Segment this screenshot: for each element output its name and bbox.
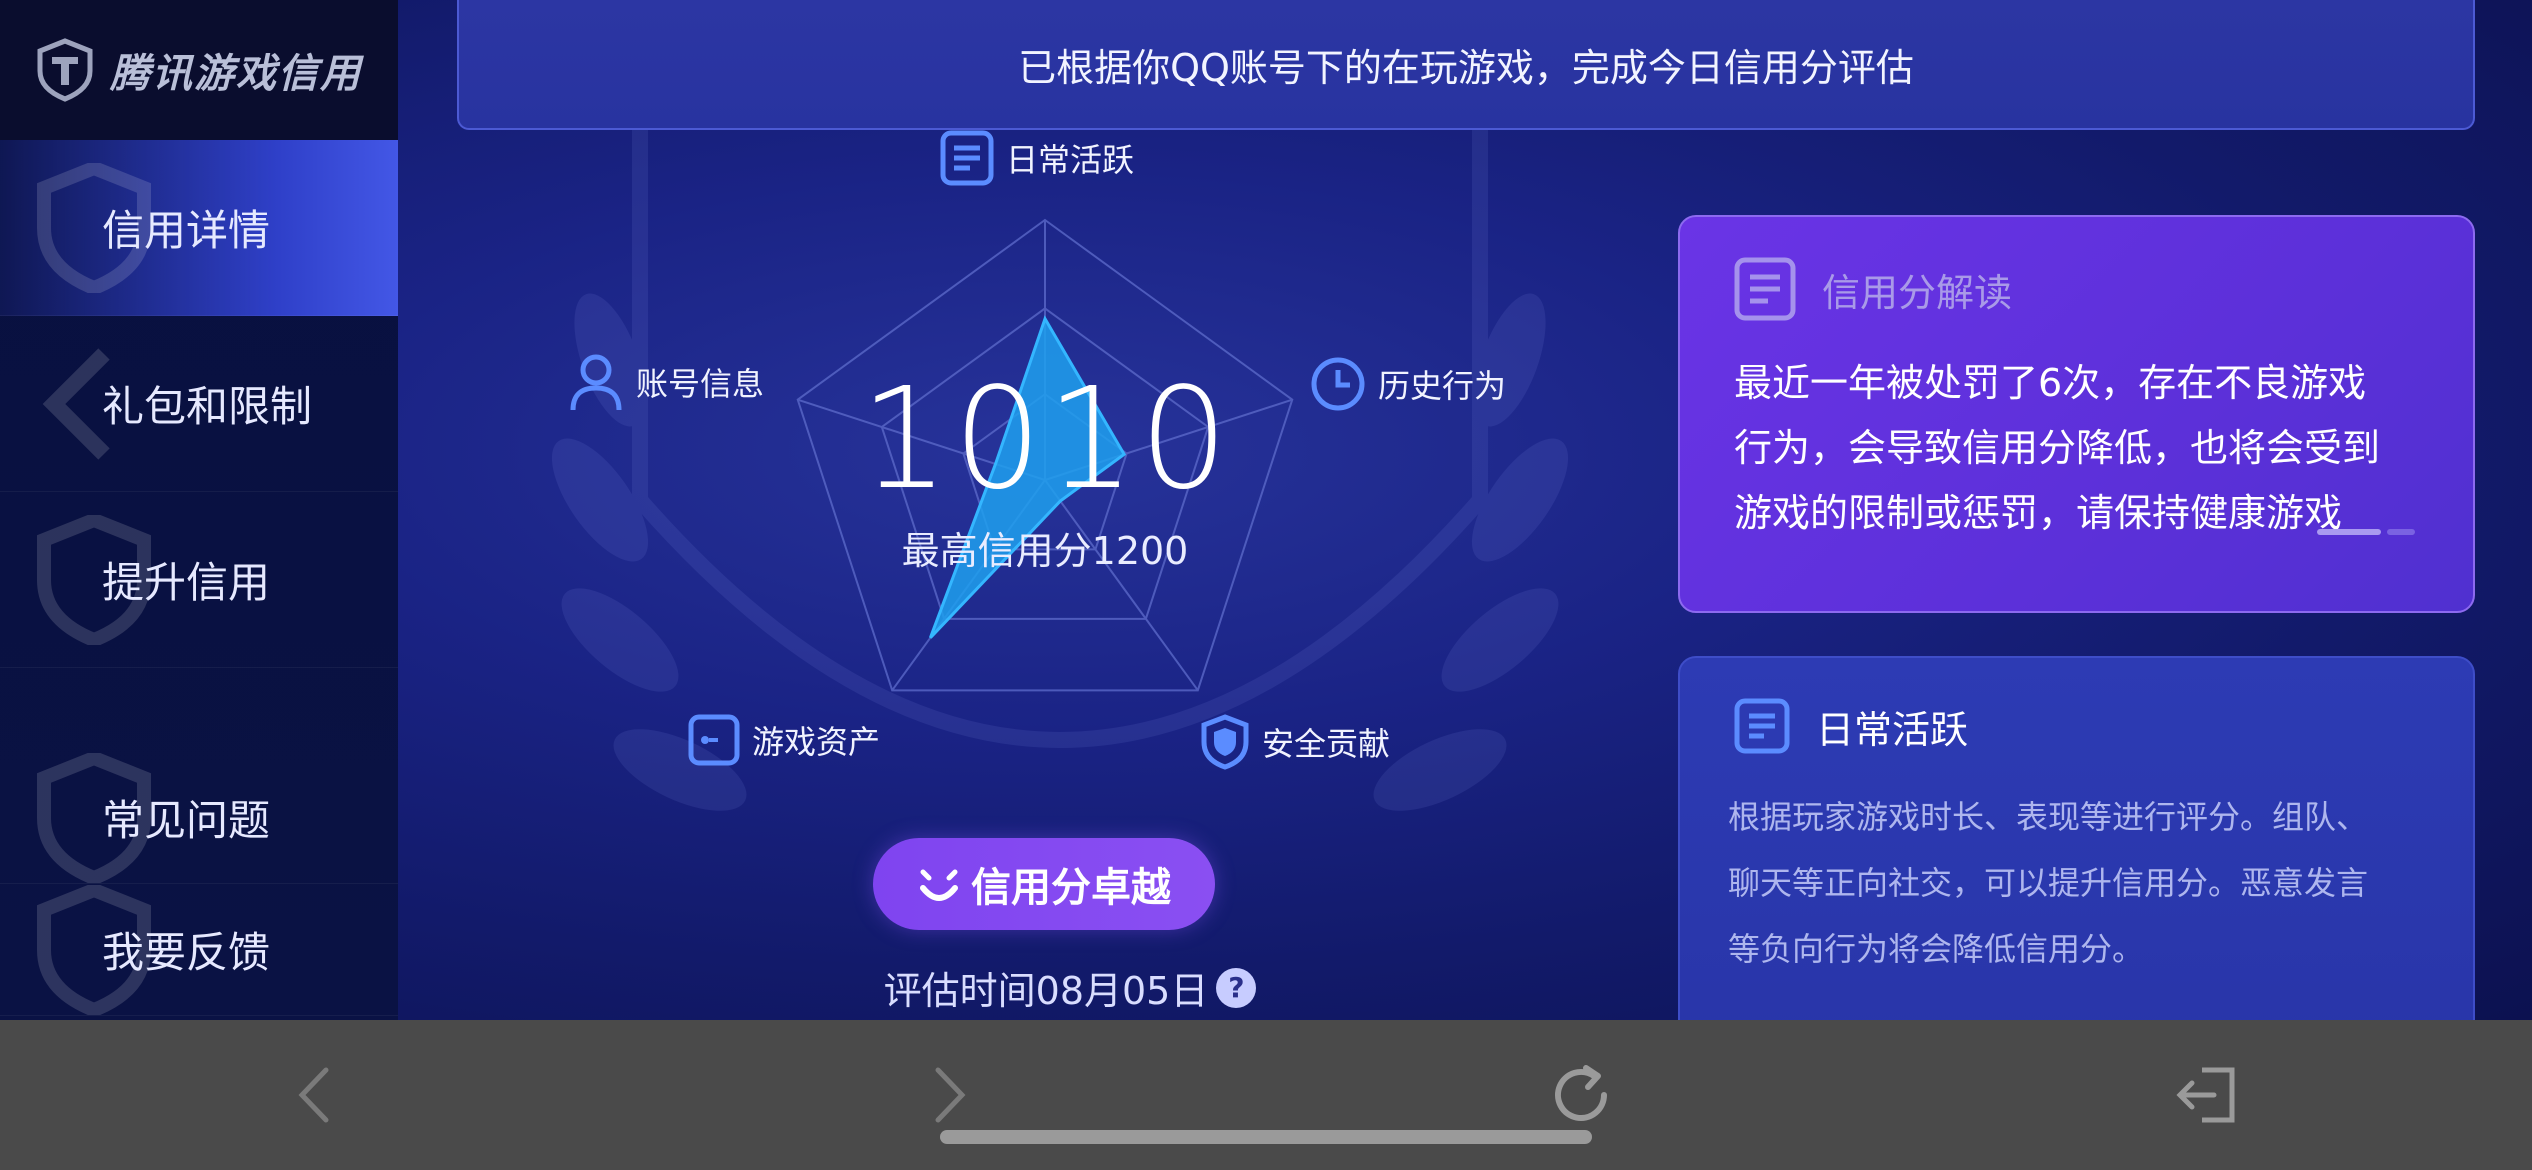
- evaluation-time: 评估时间08月05日 ?: [850, 960, 1290, 1015]
- radar-axis-history: 历史行为: [1310, 356, 1506, 412]
- banner-text: 已根据你QQ账号下的在玩游戏，完成今日信用分评估: [1018, 45, 1914, 90]
- user-icon: [570, 354, 622, 411]
- help-icon[interactable]: ?: [1216, 967, 1257, 1008]
- brand-header: 腾讯游戏信用: [0, 0, 398, 140]
- sidebar-item-faq[interactable]: 常见问题: [0, 752, 398, 884]
- document-icon: [1734, 257, 1796, 321]
- main-stage: 腾讯游戏信用 信用详情 礼包和限制 提升信用 常见问题 我要反馈 已根据你QQ账…: [0, 0, 2532, 1020]
- credit-interpretation-card[interactable]: 信用分解读 最近一年被处罚了6次，存在不良游戏 行为，会导致信用分降低，也将会受…: [1678, 215, 2475, 613]
- asset-icon: [688, 714, 740, 766]
- smile-icon: [920, 869, 958, 901]
- sidebar-item-gifts-restrictions[interactable]: 礼包和限制: [0, 316, 398, 492]
- card-title: 日常活跃: [1816, 707, 1969, 752]
- card-body: 最近一年被处罚了6次，存在不良游戏 行为，会导致信用分降低，也将会受到 游戏的限…: [1734, 361, 2381, 535]
- credit-rating-button[interactable]: 信用分卓越: [873, 838, 1215, 930]
- pager-dot: [2387, 529, 2415, 535]
- sidebar-item-label: 信用详情: [102, 206, 271, 255]
- shield-icon: [1201, 714, 1249, 770]
- tencent-games-logo-icon: [37, 38, 93, 102]
- radar-axis-account-info: 账号信息: [568, 352, 764, 412]
- brand-title: 腾讯游戏信用: [110, 51, 362, 97]
- sidebar: 腾讯游戏信用 信用详情 礼包和限制 提升信用 常见问题 我要反馈: [0, 0, 398, 1020]
- browser-toolbar: [0, 1020, 2532, 1170]
- max-credit-score: 最高信用分1200: [901, 529, 1189, 573]
- clock-icon: [1311, 357, 1365, 411]
- sidebar-item-label: 礼包和限制: [102, 382, 313, 431]
- radar-axis-game-assets: 游戏资产: [688, 714, 880, 766]
- radar-axis-security: 安全贡献: [1200, 714, 1390, 770]
- sidebar-item-label: 提升信用: [102, 558, 271, 607]
- home-indicator[interactable]: [940, 1130, 1592, 1144]
- evaluation-banner: 已根据你QQ账号下的在玩游戏，完成今日信用分评估: [457, 0, 2475, 130]
- sidebar-item-feedback[interactable]: 我要反馈: [0, 884, 398, 1016]
- back-icon[interactable]: [282, 1060, 352, 1130]
- forward-icon[interactable]: [912, 1060, 982, 1130]
- sidebar-item-label: 我要反馈: [102, 928, 271, 977]
- card-body: 根据玩家游戏时长、表现等进行评分。组队、 聊天等正向社交，可以提升信用分。恶意发…: [1728, 798, 2369, 968]
- card-pager[interactable]: [2311, 529, 2415, 535]
- card-title: 信用分解读: [1822, 270, 2013, 315]
- refresh-icon[interactable]: [1546, 1060, 1616, 1130]
- document-icon: [1734, 698, 1790, 754]
- pager-dot-active: [2317, 529, 2381, 535]
- document-icon: [940, 130, 994, 186]
- radar-axis-daily-active: 日常活跃: [940, 130, 1134, 186]
- exit-icon[interactable]: [2172, 1060, 2242, 1130]
- sidebar-item-credit-details[interactable]: 信用详情: [0, 140, 398, 316]
- sidebar-item-label: 常见问题: [102, 796, 271, 845]
- sidebar-item-improve-credit[interactable]: 提升信用: [0, 492, 398, 668]
- credit-score-value: 1010: [860, 358, 1233, 521]
- daily-active-card[interactable]: 日常活跃 根据玩家游戏时长、表现等进行评分。组队、 聊天等正向社交，可以提升信用…: [1678, 656, 2475, 1020]
